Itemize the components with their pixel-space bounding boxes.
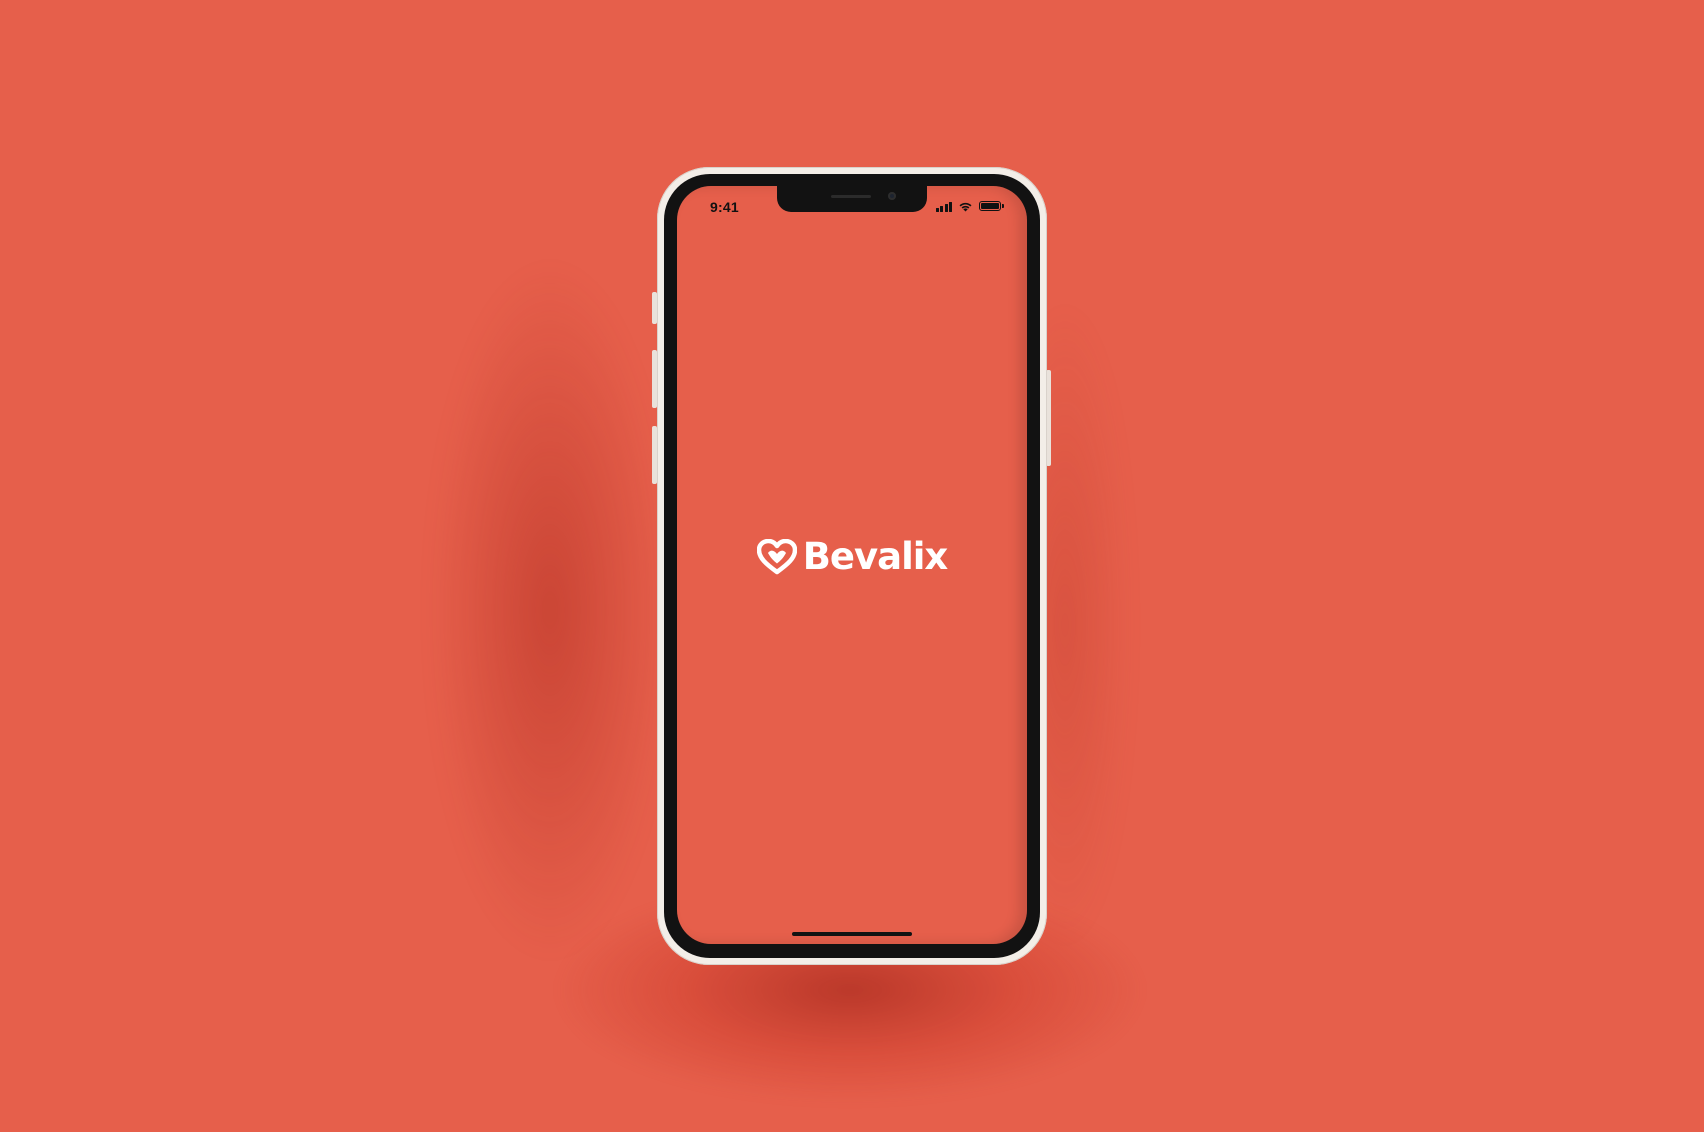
home-indicator[interactable] [792, 932, 912, 936]
earpiece-speaker [831, 195, 871, 198]
status-icons [935, 199, 1004, 213]
heart-icon [756, 538, 797, 574]
battery-icon [979, 201, 1004, 211]
status-time: 9:41 [710, 199, 739, 215]
mockup-stage: 9:41 Bevalix [0, 0, 1704, 1132]
brand-logo: Bevalix [677, 538, 1027, 575]
app-screen[interactable]: 9:41 Bevalix [677, 186, 1027, 944]
front-camera [888, 192, 896, 200]
signal-icon [935, 201, 952, 212]
wifi-icon [959, 202, 972, 211]
phone-shadow-left [430, 260, 670, 960]
notch [777, 186, 927, 212]
brand-name: Bevalix [802, 535, 949, 578]
